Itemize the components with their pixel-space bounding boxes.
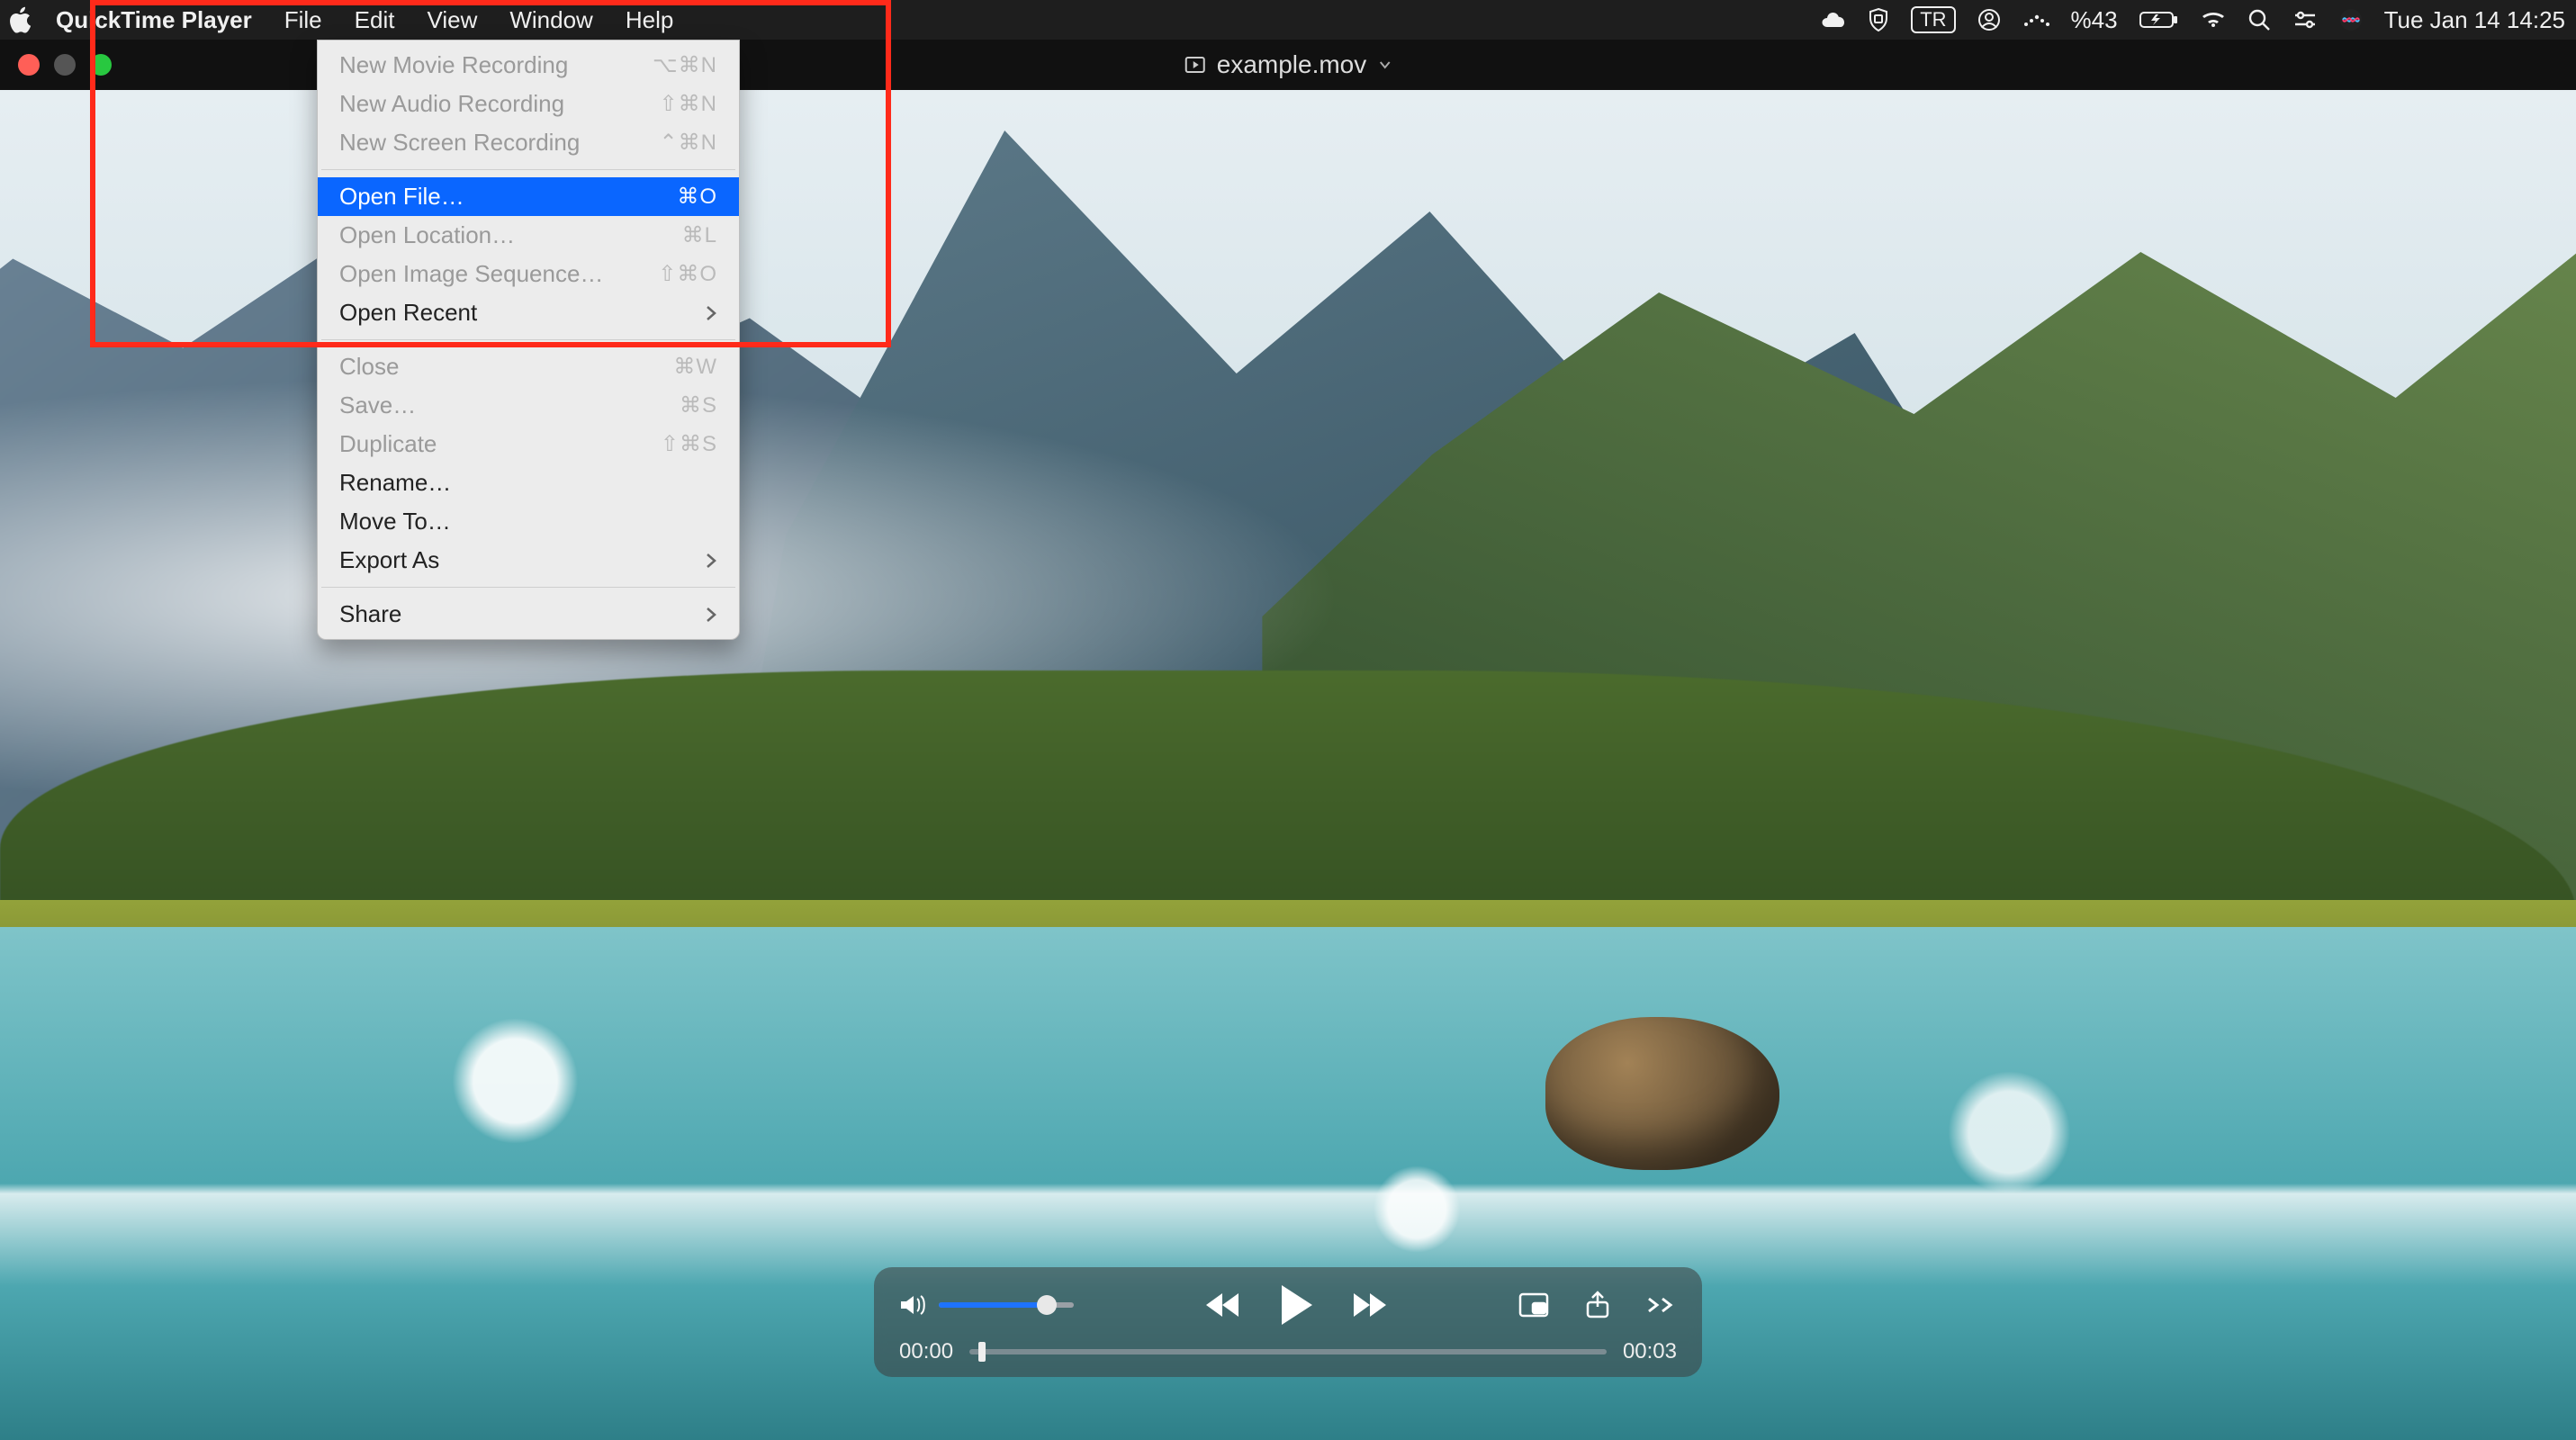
menu-item-label: Close (339, 353, 399, 381)
playback-controls: 00:00 00:03 (874, 1267, 1702, 1377)
keyboard-layout-text: TR (1920, 8, 1946, 32)
menu-item-duplicate: Duplicate ⇧⌘S (318, 425, 739, 464)
menu-item-shortcut: ⌘O (677, 184, 717, 210)
menu-separator (321, 169, 735, 170)
menu-item-label: New Screen Recording (339, 129, 580, 157)
user-account-icon[interactable] (1977, 8, 2001, 32)
volume-fill (939, 1302, 1047, 1308)
menubar-datetime: Tue Jan 14 14:25 (2384, 6, 2565, 34)
menu-separator (321, 339, 735, 340)
menu-item-shortcut: ⇧⌘N (660, 91, 717, 117)
menu-item-label: Open Recent (339, 299, 477, 327)
menu-item-label: Open Image Sequence… (339, 260, 603, 288)
menu-item-label: Duplicate (339, 430, 437, 458)
menu-item-move-to[interactable]: Move To… (318, 502, 739, 541)
volume-slider[interactable] (939, 1302, 1074, 1308)
menu-file[interactable]: File (268, 0, 338, 40)
window-close-button[interactable] (18, 54, 40, 76)
menu-item-close: Close ⌘W (318, 347, 739, 386)
menu-item-share[interactable]: Share (318, 595, 739, 634)
rewind-button[interactable] (1202, 1290, 1242, 1320)
menu-window[interactable]: Window (493, 0, 608, 40)
menu-item-shortcut: ⌘W (673, 354, 717, 380)
menu-item-shortcut: ⌘L (682, 222, 717, 248)
menu-view[interactable]: View (410, 0, 493, 40)
menu-item-shortcut: ⌃⌘N (660, 130, 717, 156)
menu-item-open-image-sequence: Open Image Sequence… ⇧⌘O (318, 255, 739, 293)
window-filename: example.mov (1217, 50, 1367, 79)
volume-thumb[interactable] (1037, 1295, 1057, 1315)
scrubber-thumb[interactable] (978, 1342, 986, 1362)
menu-item-label: New Movie Recording (339, 51, 568, 79)
scene-rock (1545, 1017, 1779, 1170)
macos-menubar: QuickTime Player File Edit View Window H… (0, 0, 2576, 40)
menu-item-shortcut: ⌘S (680, 392, 717, 418)
time-elapsed: 00:00 (899, 1339, 953, 1364)
hotspot-icon[interactable] (2022, 10, 2049, 30)
window-traffic-lights (0, 54, 112, 76)
shield-icon[interactable] (1868, 7, 1889, 32)
window-title[interactable]: example.mov (1184, 50, 1392, 79)
movie-file-icon (1184, 54, 1206, 76)
menu-item-label: Move To… (339, 508, 451, 536)
app-name[interactable]: QuickTime Player (40, 6, 268, 34)
menu-item-open-file[interactable]: Open File… ⌘O (318, 177, 739, 216)
chevron-right-icon (705, 305, 717, 321)
menu-item-shortcut: ⇧⌘O (658, 261, 717, 287)
menu-item-label: Rename… (339, 469, 451, 497)
time-duration: 00:03 (1623, 1339, 1677, 1364)
menu-item-save: Save… ⌘S (318, 386, 739, 425)
menu-item-label: Open File… (339, 183, 464, 211)
menu-item-label: Share (339, 600, 401, 628)
wifi-icon[interactable] (2201, 10, 2226, 30)
menu-item-shortcut: ⌥⌘N (653, 52, 717, 78)
battery-charging-icon[interactable] (2139, 10, 2179, 30)
apple-menu-icon[interactable] (0, 6, 40, 33)
menu-item-open-location: Open Location… ⌘L (318, 216, 739, 255)
menu-item-open-recent[interactable]: Open Recent (318, 293, 739, 332)
menu-item-new-movie-recording: New Movie Recording ⌥⌘N (318, 46, 739, 85)
menu-help[interactable]: Help (609, 0, 689, 40)
menu-item-shortcut: ⇧⌘S (661, 431, 717, 457)
chevron-right-icon (705, 553, 717, 569)
menu-edit[interactable]: Edit (338, 0, 411, 40)
siri-icon[interactable] (2339, 8, 2363, 32)
scrubber[interactable] (969, 1349, 1607, 1354)
menu-item-label: Open Location… (339, 221, 515, 249)
title-chevron-icon (1377, 58, 1392, 72)
spotlight-search-icon[interactable] (2247, 8, 2271, 32)
chevron-right-icon (705, 607, 717, 623)
share-button[interactable] (1585, 1291, 1610, 1319)
menu-item-rename[interactable]: Rename… (318, 464, 739, 502)
menu-item-label: Save… (339, 392, 416, 419)
menu-separator (321, 587, 735, 588)
window-zoom-button[interactable] (90, 54, 112, 76)
fast-forward-button[interactable] (1350, 1290, 1390, 1320)
menu-item-label: New Audio Recording (339, 90, 564, 118)
keyboard-layout-indicator[interactable]: TR (1911, 6, 1955, 33)
cloud-icon[interactable] (1821, 11, 1846, 29)
control-center-icon[interactable] (2292, 10, 2318, 30)
menu-item-new-screen-recording: New Screen Recording ⌃⌘N (318, 123, 739, 162)
window-minimize-button[interactable] (54, 54, 76, 76)
more-button[interactable] (1646, 1296, 1677, 1314)
file-menu-dropdown: New Movie Recording ⌥⌘N New Audio Recordin… (317, 40, 740, 640)
play-button[interactable] (1276, 1283, 1316, 1327)
volume-icon[interactable] (899, 1293, 926, 1317)
battery-percentage: %43 (2071, 6, 2118, 34)
menu-item-label: Export As (339, 546, 439, 574)
picture-in-picture-button[interactable] (1518, 1292, 1549, 1318)
menu-item-export-as[interactable]: Export As (318, 541, 739, 580)
menu-item-new-audio-recording: New Audio Recording ⇧⌘N (318, 85, 739, 123)
